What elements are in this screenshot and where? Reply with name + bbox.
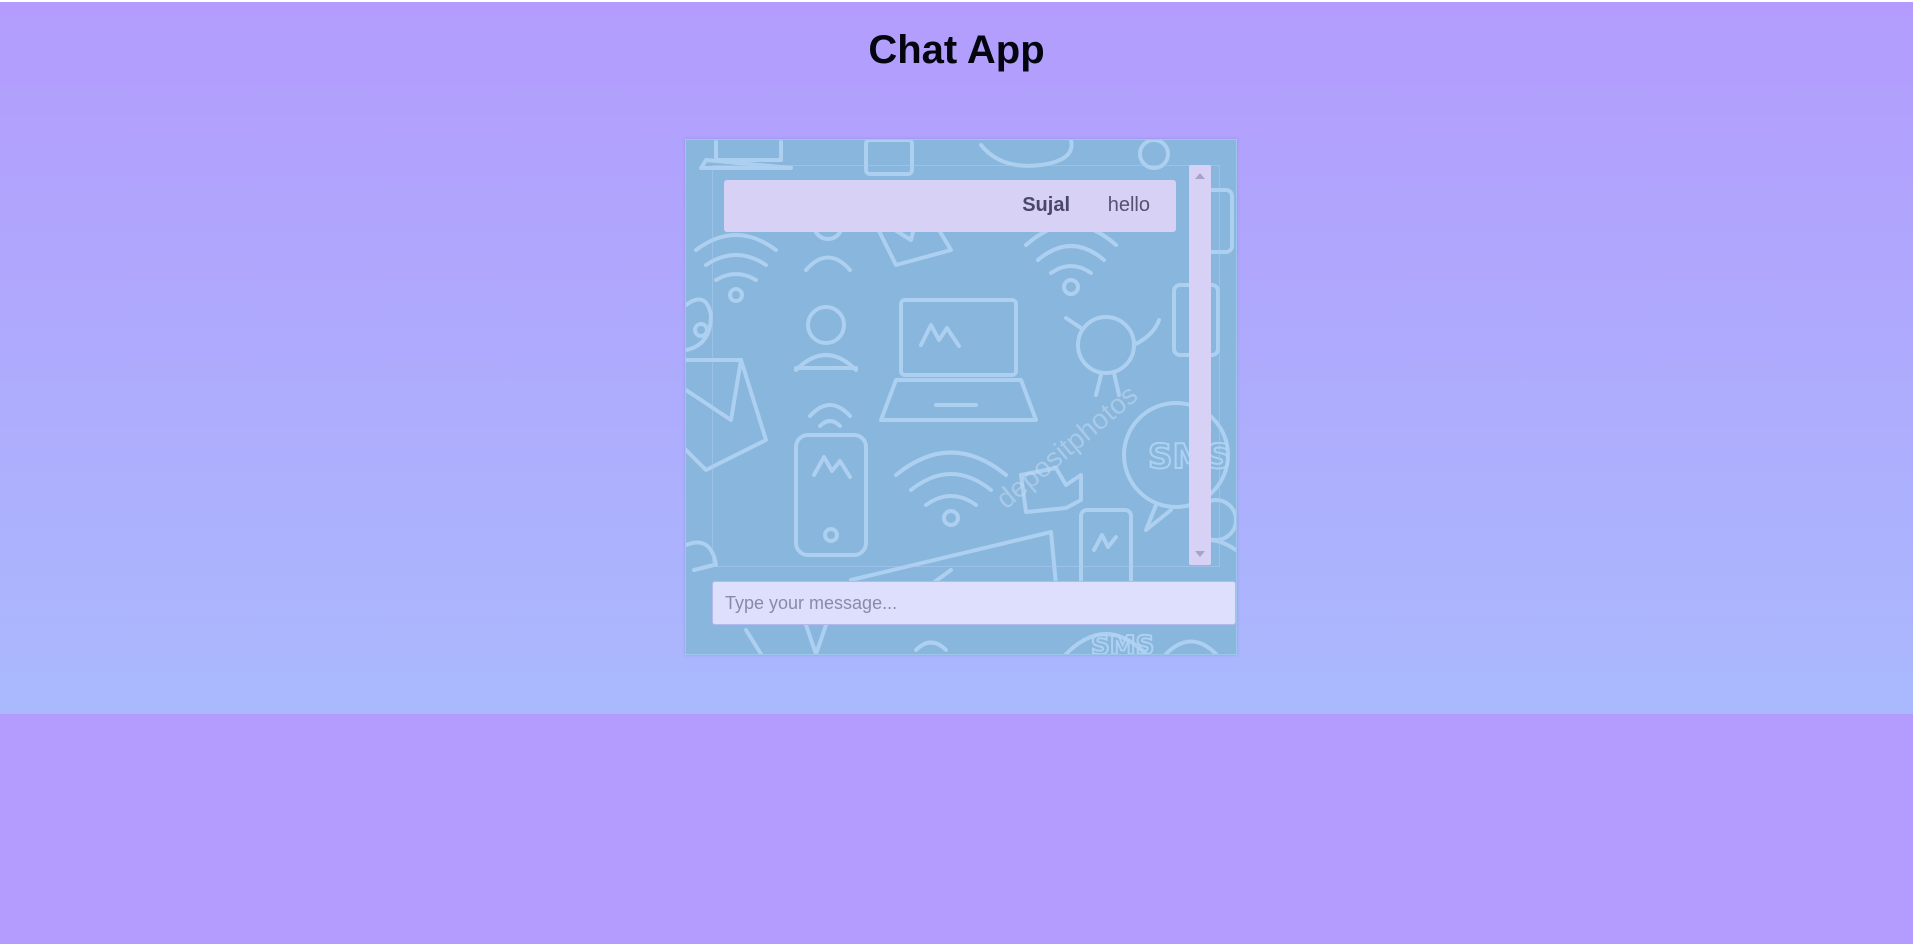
chat-message: Sujal hello (724, 180, 1176, 232)
message-input[interactable] (712, 581, 1236, 625)
page-title: Chat App (868, 28, 1045, 72)
message-username: Sujal (1022, 194, 1070, 216)
chat-box: SMS SMS depositphotos Sujal hello (685, 139, 1237, 655)
scroll-up-arrow-icon[interactable] (1195, 173, 1205, 179)
svg-text:SMS: SMS (1091, 631, 1154, 654)
app-container: Chat App SMS depositphotos Sujal hello T… (0, 2, 1913, 714)
messages-scrollbar[interactable] (1189, 165, 1211, 565)
scroll-down-arrow-icon[interactable] (1195, 551, 1205, 557)
message-text: hello (1107, 194, 1150, 216)
